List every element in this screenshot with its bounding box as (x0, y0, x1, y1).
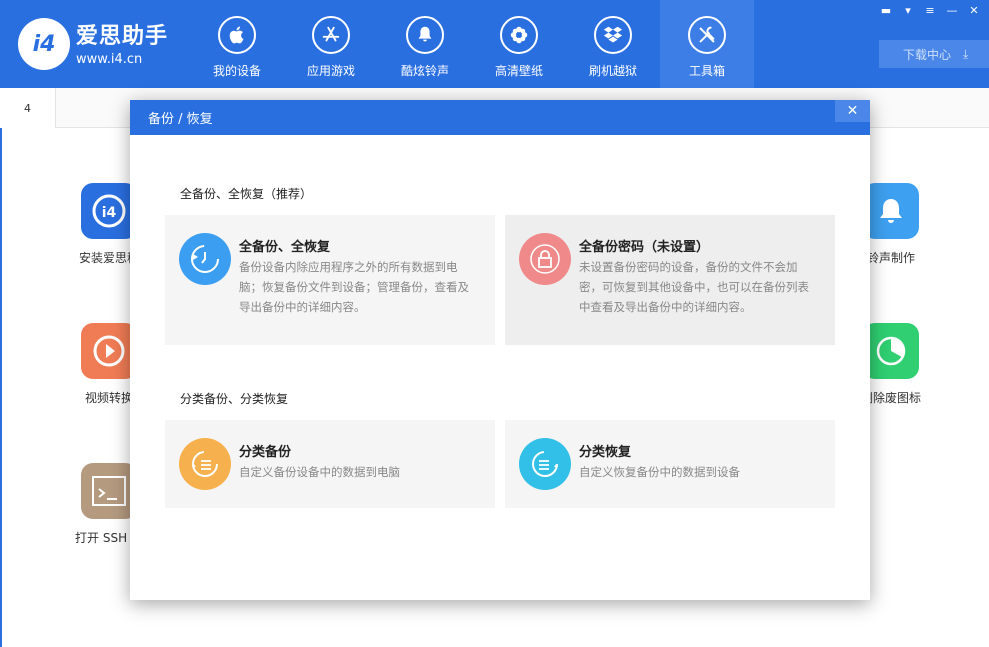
nav-wallpapers[interactable]: 高清壁纸 (472, 0, 566, 88)
tools-icon (688, 16, 726, 54)
category-restore-card[interactable]: 分类恢复 自定义恢复备份中的数据到设备 (505, 420, 835, 508)
card-description: 备份设备内除应用程序之外的所有数据到电脑；恢复备份文件到设备；管理备份，查看及导… (239, 260, 469, 314)
message-icon[interactable]: ▬ (877, 2, 895, 18)
nav-label: 我的设备 (212, 64, 261, 78)
nav-apps-games[interactable]: 应用游戏 (284, 0, 378, 88)
card-title: 分类恢复 (579, 445, 632, 460)
backup-password-card[interactable]: 全备份密码（未设置） 未设置备份密码的设备，备份的文件不会加密，可恢复到其他设备… (505, 215, 835, 345)
shirt-icon[interactable]: ▾ (899, 2, 917, 18)
nav-label: 高清壁纸 (494, 64, 543, 78)
lock-icon (519, 233, 571, 285)
nav-flash-jailbreak[interactable]: 刷机越狱 (566, 0, 660, 88)
nav-label: 酷炫铃声 (400, 64, 449, 78)
download-center-button[interactable]: 下载中心 ⤓ (879, 40, 989, 68)
bell-icon (406, 16, 444, 54)
nav-ringtones[interactable]: 酷炫铃声 (378, 0, 472, 88)
dropbox-icon (594, 16, 632, 54)
apple-icon (218, 16, 256, 54)
brand-url: www.i4.cn (76, 52, 143, 67)
backup-restore-dialog: 备份 / 恢复 ✕ 全备份、全恢复（推荐） 全备份、全恢复 备份设备内除应用程序… (130, 100, 870, 600)
minimize-icon[interactable]: — (943, 2, 961, 18)
main-nav: 我的设备 应用游戏 酷炫铃声 高清壁纸 刷机越狱 工具箱 (190, 0, 754, 88)
brand-name: 爱思助手 (76, 24, 169, 49)
close-icon[interactable]: ✕ (965, 2, 983, 18)
flower-icon (500, 16, 538, 54)
nav-label: 应用游戏 (306, 64, 355, 78)
section-category-backup-title: 分类备份、分类恢复 (180, 392, 289, 406)
app-store-icon (312, 16, 350, 54)
nav-label: 刷机越狱 (588, 64, 637, 78)
window-controls: ▬ ▾ ≡ — ✕ (877, 2, 983, 18)
brand: 爱思助手 www.i4.cn (76, 18, 168, 67)
nav-my-device[interactable]: 我的设备 (190, 0, 284, 88)
restore-clock-icon (179, 233, 231, 285)
card-title: 全备份密码（未设置） (579, 240, 710, 255)
full-backup-card[interactable]: 全备份、全恢复 备份设备内除应用程序之外的所有数据到电脑；恢复备份文件到设备；管… (165, 215, 495, 345)
logo-text: i4 (32, 31, 56, 57)
card-title: 全备份、全恢复 (239, 240, 331, 255)
nav-label: 工具箱 (688, 64, 725, 78)
dialog-header: 备份 / 恢复 ✕ (130, 100, 870, 135)
card-description: 未设置备份密码的设备，备份的文件不会加密，可恢复到其他设备中，也可以在备份列表中… (579, 260, 809, 314)
nav-toolbox[interactable]: 工具箱 (660, 0, 754, 88)
card-description: 自定义恢复备份中的数据到设备 (579, 465, 740, 479)
section-full-backup-title: 全备份、全恢复（推荐） (180, 187, 313, 201)
restore-list-icon (519, 438, 571, 490)
backup-list-icon (179, 438, 231, 490)
menu-icon[interactable]: ≡ (921, 2, 939, 18)
download-center-label: 下载中心 (903, 47, 952, 62)
dialog-close-button[interactable]: ✕ (835, 100, 870, 122)
dialog-title: 备份 / 恢复 (148, 112, 213, 127)
i4-logo[interactable]: i4 (18, 18, 70, 70)
card-title: 分类备份 (239, 445, 292, 460)
category-backup-card[interactable]: 分类备份 自定义备份设备中的数据到电脑 (165, 420, 495, 508)
card-description: 自定义备份设备中的数据到电脑 (239, 465, 400, 479)
download-icon: ⤓ (963, 46, 969, 61)
top-bar: i4 爱思助手 www.i4.cn 我的设备 应用游戏 酷炫铃声 高清壁纸 刷机… (0, 0, 989, 88)
